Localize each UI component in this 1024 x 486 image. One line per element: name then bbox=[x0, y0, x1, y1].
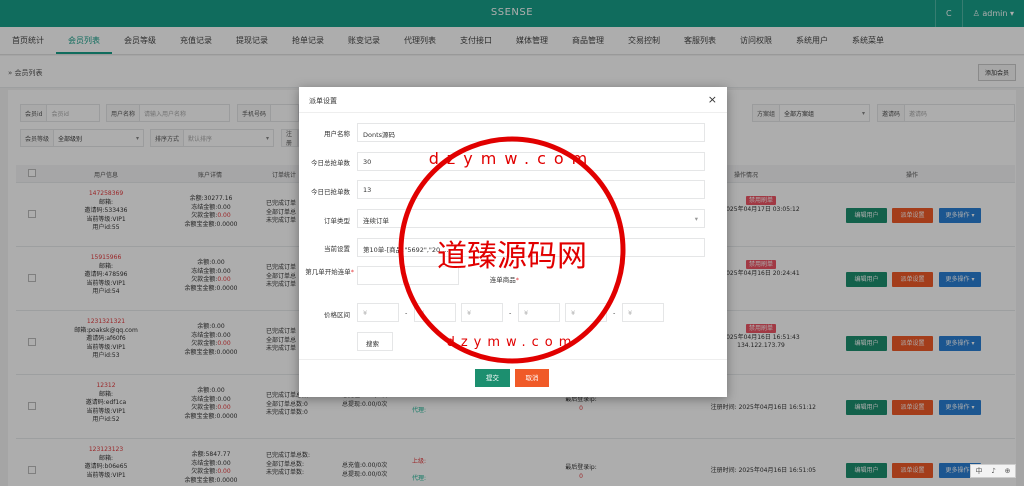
price-min-1[interactable]: ¥ bbox=[357, 303, 399, 322]
today-total-label: 今日总抢单数 bbox=[311, 159, 350, 167]
submit-button[interactable]: 提交 bbox=[475, 369, 510, 387]
range-dash: - bbox=[509, 309, 512, 317]
start-order-text: 第几单开始连单 bbox=[305, 268, 351, 276]
settings-icon[interactable]: ⊕ bbox=[1005, 467, 1011, 475]
price-max-3[interactable]: ¥ bbox=[622, 303, 664, 322]
username-label: 用户名称 bbox=[324, 130, 350, 138]
search-button[interactable]: 搜索 bbox=[357, 332, 393, 351]
start-order-label: 第几单开始连单* bbox=[305, 268, 354, 277]
chevron-down-icon: ▾ bbox=[694, 215, 698, 223]
close-icon[interactable]: × bbox=[708, 93, 717, 106]
start-order-input[interactable] bbox=[357, 266, 459, 285]
current-setting-input[interactable]: 第10单-[商品:"5692","20 ... bbox=[357, 238, 705, 257]
price-min-3[interactable]: ¥ bbox=[565, 303, 607, 322]
dispatch-settings-modal: 派单设置 × 用户名称 Donts源码 今日总抢单数 30 今日已抢单数 13 … bbox=[299, 87, 727, 397]
price-max-1[interactable]: ¥ bbox=[414, 303, 456, 322]
today-done-label: 今日已抢单数 bbox=[311, 188, 350, 196]
price-range-label: 价格区间 bbox=[324, 311, 350, 319]
chinese-input-icon[interactable]: 中 bbox=[975, 466, 982, 476]
order-type-value: 连续订单 bbox=[363, 217, 389, 225]
price-max-2[interactable]: ¥ bbox=[518, 303, 560, 322]
modal-header: 派单设置 × bbox=[299, 87, 727, 113]
today-done-input[interactable]: 13 bbox=[357, 180, 705, 199]
modal-title: 派单设置 bbox=[309, 97, 337, 105]
required-mark: * bbox=[350, 268, 354, 276]
cancel-button[interactable]: 取消 bbox=[515, 369, 549, 387]
mic-icon[interactable]: ♪ bbox=[991, 467, 995, 475]
order-type-select[interactable]: 连续订单 ▾ bbox=[357, 209, 705, 228]
price-min-2[interactable]: ¥ bbox=[461, 303, 503, 322]
goods-text: 连单商品 bbox=[489, 276, 516, 284]
required-mark: * bbox=[515, 276, 519, 284]
current-setting-label: 当前设置 bbox=[324, 245, 350, 253]
goods-label: 连单商品* bbox=[479, 274, 519, 284]
language-toolbar[interactable]: 中 ♪ ⊕ bbox=[970, 464, 1016, 478]
order-type-label: 订单类型 bbox=[324, 217, 350, 225]
range-dash: - bbox=[405, 309, 408, 317]
modal-footer bbox=[299, 359, 727, 397]
today-total-input[interactable]: 30 bbox=[357, 152, 705, 171]
username-input[interactable]: Donts源码 bbox=[357, 123, 705, 142]
range-dash: - bbox=[613, 309, 616, 317]
